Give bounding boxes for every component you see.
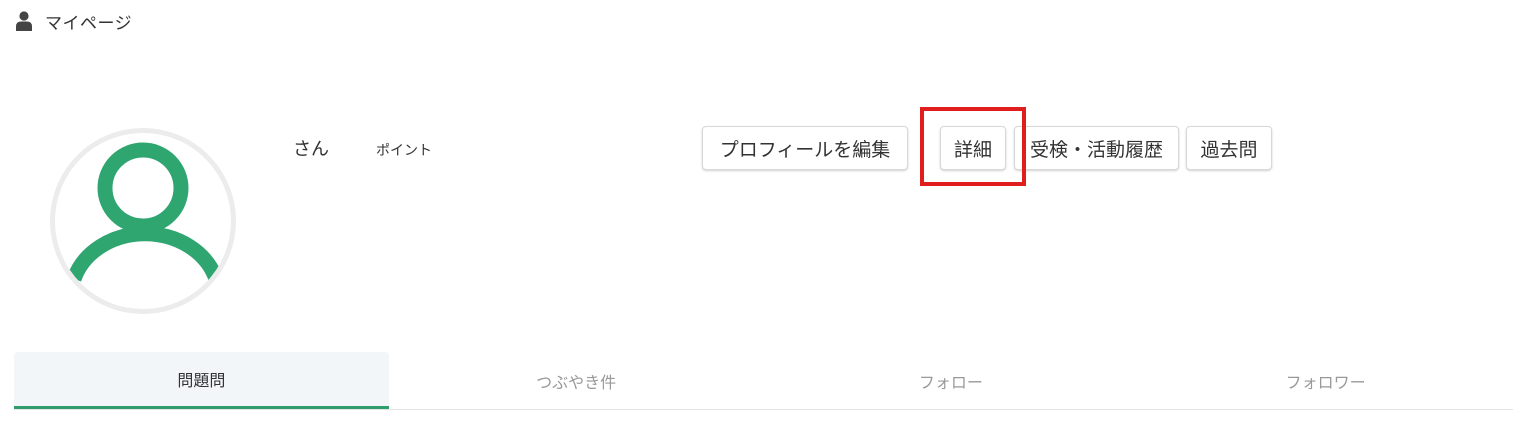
points-label: ポイント (376, 143, 432, 159)
user-name: さん (293, 139, 329, 160)
edit-profile-button[interactable]: プロフィールを編集 (702, 126, 908, 170)
profile-tabs: 問題問 つぶやき件 フォロー フォロワー (14, 352, 1513, 410)
user-avatar-icon (66, 142, 224, 282)
tab-followers[interactable]: フォロワー (1138, 352, 1513, 409)
avatar (50, 128, 236, 314)
user-icon (16, 11, 32, 31)
page-header: マイページ (16, 8, 132, 34)
tab-following[interactable]: フォロー (764, 352, 1139, 409)
my-page: マイページ さん ポイント プロフィールを編集 詳細 受検・活動履歴 過去問 問… (0, 0, 1527, 425)
page-title: マイページ (45, 13, 133, 34)
detail-button[interactable]: 詳細 (940, 126, 1006, 170)
tab-questions[interactable]: 問題問 (14, 352, 389, 409)
past-questions-button[interactable]: 過去問 (1186, 126, 1272, 170)
history-button[interactable]: 受検・活動履歴 (1014, 126, 1179, 170)
tab-tweets[interactable]: つぶやき件 (389, 352, 764, 409)
